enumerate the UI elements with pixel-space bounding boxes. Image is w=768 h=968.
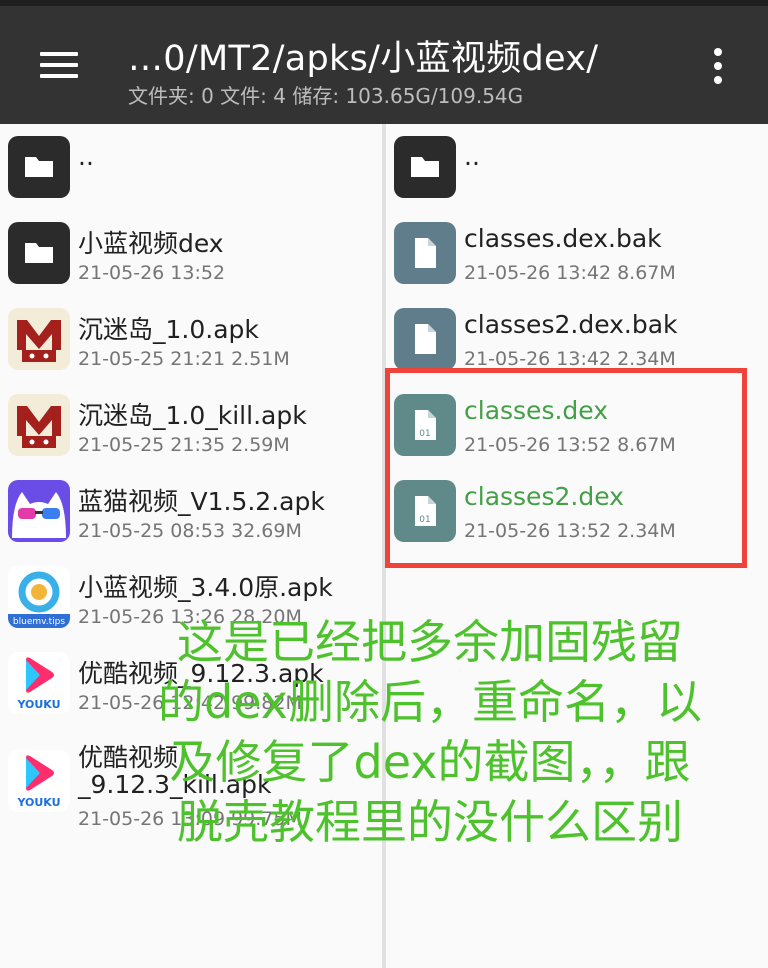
file-meta: 21-05-26 13:52 [78, 262, 226, 284]
path-title: …0/MT2/apks/小蓝视频dex/ [128, 39, 599, 79]
file-row[interactable]: 沉迷岛_1.0_kill.apk 21-05-25 21:35 2.59M [0, 382, 382, 468]
file-row[interactable]: classes.dex.bak 21-05-26 13:42 8.67M [386, 210, 768, 296]
youku-app-icon: YOUKU [8, 652, 70, 714]
file-name: 小蓝视频dex [78, 229, 224, 258]
bluemv-label: bluemv.tips [13, 617, 65, 627]
file-name: .. [464, 142, 480, 171]
file-meta: 21-05-25 21:21 2.51M [78, 348, 290, 370]
annotation-line: 这是已经把多余加固残留 [177, 615, 683, 669]
file-name: 蓝猫视频_V1.5.2.apk [78, 487, 325, 516]
youku-label: YOUKU [16, 698, 60, 711]
annotation-line: 脱壳教程里的没什么区别 [177, 795, 683, 849]
youku-app-icon: YOUKU [8, 750, 70, 812]
annotation-line: 的dex删除后，重命名，以 [158, 675, 702, 729]
file-meta: 21-05-26 13:42 2.34M [464, 348, 676, 370]
file-meta: 21-05-25 08:53 32.69M [78, 520, 302, 542]
file-icon [394, 222, 456, 284]
folder-icon [8, 222, 70, 284]
folder-icon [394, 136, 456, 198]
file-meta: 21-05-25 21:35 2.59M [78, 434, 290, 456]
highlight-box [385, 368, 747, 568]
file-name: 沉迷岛_1.0_kill.apk [78, 401, 307, 430]
file-row[interactable]: 沉迷岛_1.0.apk 21-05-25 21:21 2.51M [0, 296, 382, 382]
file-name: classes2.dex.bak [464, 310, 678, 339]
file-row[interactable]: 蓝猫视频_V1.5.2.apk 21-05-25 08:53 32.69M [0, 468, 382, 554]
file-name: 小蓝视频_3.4.0原.apk [78, 573, 333, 602]
file-name: 沉迷岛_1.0.apk [78, 315, 259, 344]
parent-directory-row[interactable]: .. [0, 124, 382, 210]
status-edge [0, 0, 768, 6]
parent-directory-row[interactable]: .. [386, 124, 768, 210]
youku-label: YOUKU [16, 796, 60, 809]
bluemv-app-icon: bluemv.tips [8, 566, 70, 628]
file-row[interactable]: 小蓝视频dex 21-05-26 13:52 [0, 210, 382, 296]
hamburger-menu-icon[interactable] [36, 48, 82, 82]
file-meta: 21-05-26 13:42 8.67M [464, 262, 676, 284]
cat-app-icon [8, 480, 70, 542]
file-name: classes.dex.bak [464, 224, 662, 253]
annotation-text: 这是已经把多余加固残留 的dex删除后，重命名，以 及修复了dex的截图，，跟 … [120, 612, 740, 852]
file-name: .. [78, 142, 94, 171]
m-app-icon [8, 308, 70, 370]
file-icon [394, 308, 456, 370]
storage-summary: 文件夹: 0 文件: 4 储存: 103.65G/109.54G [128, 84, 524, 108]
top-bar: …0/MT2/apks/小蓝视频dex/ 文件夹: 0 文件: 4 储存: 10… [0, 0, 768, 124]
annotation-line: 及修复了dex的截图，，跟 [169, 735, 691, 789]
more-options-icon[interactable] [704, 44, 732, 88]
folder-icon [8, 136, 70, 198]
m-app-icon [8, 394, 70, 456]
